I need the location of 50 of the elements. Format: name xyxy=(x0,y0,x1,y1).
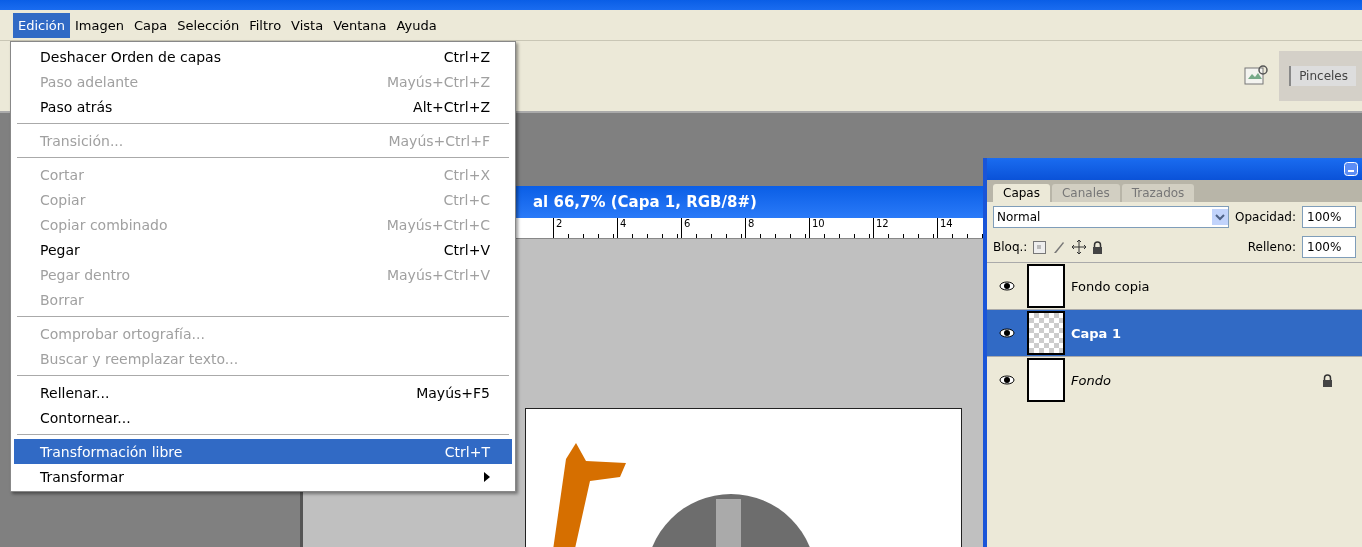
opacity-label: Opacidad: xyxy=(1235,210,1296,224)
eye-icon[interactable] xyxy=(999,328,1015,338)
chevron-down-icon xyxy=(1212,209,1228,225)
layer-name: Capa 1 xyxy=(1071,325,1122,341)
menu-item[interactable]: Pegar Ctrl+V xyxy=(14,237,512,262)
menu-item[interactable]: Ventana xyxy=(328,12,392,38)
layer-name: Fondo xyxy=(1071,372,1112,388)
menu-item[interactable]: Capa xyxy=(129,12,173,38)
menu-item[interactable]: Vista xyxy=(286,12,329,38)
menu-item[interactable]: Transformar xyxy=(14,464,512,489)
lock-label: Bloq.: xyxy=(993,240,1028,254)
menu-item[interactable]: Imagen xyxy=(70,12,129,38)
document-title: al 66,7% (Capa 1, RGB/8#) xyxy=(533,193,757,211)
move-icon[interactable] xyxy=(1072,240,1087,254)
palette-tab[interactable]: Pinceles xyxy=(1289,66,1356,86)
blend-mode-select[interactable]: Normal xyxy=(993,206,1229,228)
fill-label: Relleno: xyxy=(1247,240,1296,254)
minimize-icon[interactable] xyxy=(1344,162,1358,176)
lock-transparency-icon[interactable] xyxy=(1033,240,1047,254)
menu-item[interactable]: Deshacer Orden de capas Ctrl+Z xyxy=(14,44,512,69)
menu-item[interactable]: Selección xyxy=(172,12,245,38)
ruler-label: 2 xyxy=(553,218,617,238)
fill-field[interactable]: 100% xyxy=(1302,236,1356,258)
brush-icon[interactable] xyxy=(1052,240,1067,254)
ruler-label: 4 xyxy=(617,218,681,238)
menu-item[interactable]: Edición xyxy=(13,12,71,38)
menu-item[interactable]: Contornear... xyxy=(14,405,512,430)
lock-icon xyxy=(1092,240,1104,254)
layer-thumbnail xyxy=(1027,264,1065,308)
layer-thumbnail xyxy=(1027,358,1065,402)
layer-row[interactable]: Capa 1 xyxy=(987,309,1362,356)
submenu-arrow-icon xyxy=(484,471,490,482)
ruler-label: 10 xyxy=(809,218,873,238)
ruler-label: 12 xyxy=(873,218,937,238)
file-browser-icon[interactable] xyxy=(1243,64,1270,88)
menu-item[interactable]: Transformación libre Ctrl+T xyxy=(14,439,512,464)
menu-item[interactable]: Ayuda xyxy=(391,12,442,38)
eye-icon[interactable] xyxy=(999,281,1015,291)
opacity-field[interactable]: 100% xyxy=(1302,206,1356,228)
layer-name: Fondo copia xyxy=(1071,278,1151,294)
panel-tab[interactable]: Capas xyxy=(993,184,1050,202)
menu-item[interactable]: Rellenar... Mayús+F5 xyxy=(14,380,512,405)
menu-item[interactable]: Paso atrás Alt+Ctrl+Z xyxy=(14,94,512,119)
layer-thumbnail xyxy=(1027,311,1065,355)
menu-item[interactable]: Filtro xyxy=(244,12,287,38)
eye-icon[interactable] xyxy=(999,375,1015,385)
ruler-label: 6 xyxy=(681,218,745,238)
lock-icon xyxy=(1322,373,1333,387)
ruler-label: 8 xyxy=(745,218,809,238)
layer-row[interactable]: Fondo xyxy=(987,356,1362,403)
